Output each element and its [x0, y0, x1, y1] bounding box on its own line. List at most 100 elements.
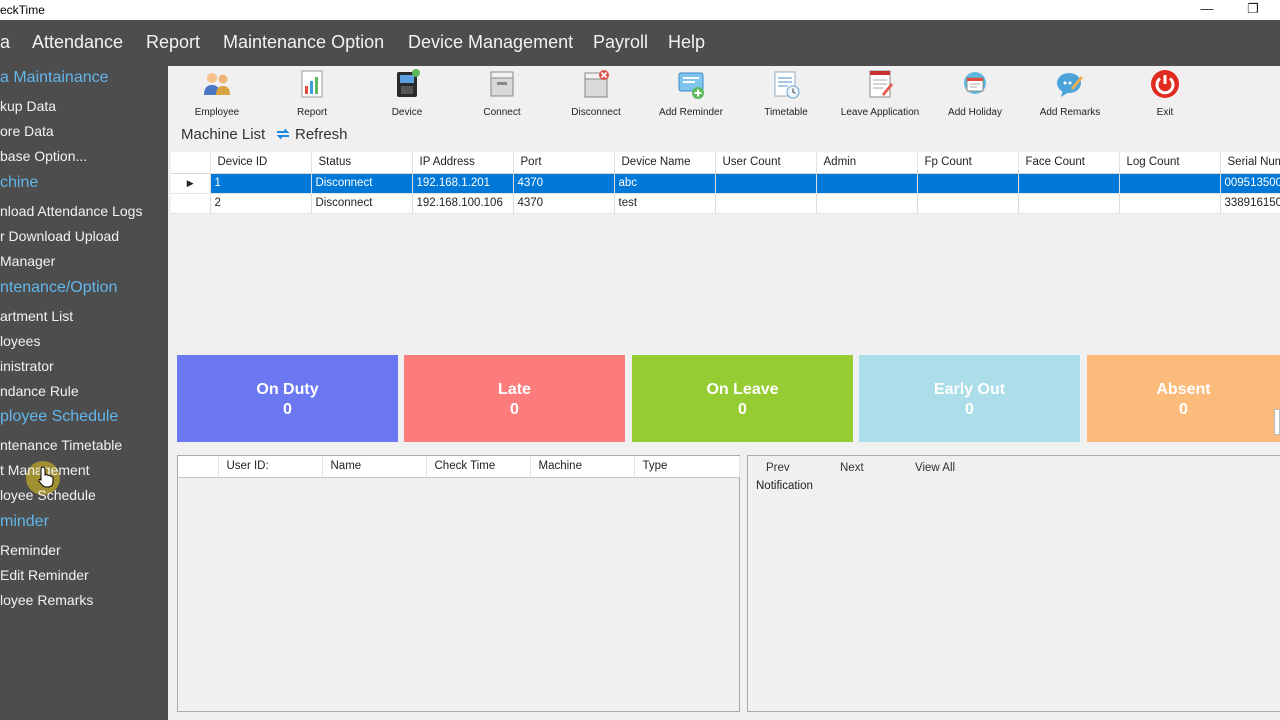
table-cell[interactable] — [715, 193, 817, 214]
table-cell[interactable]: 4370 — [513, 193, 615, 214]
table-cell[interactable] — [917, 173, 1019, 194]
table-cell[interactable]: test — [614, 193, 716, 214]
sidebar-item-employee-schedule[interactable]: loyee Schedule — [0, 487, 96, 503]
sidebar-item-edit-reminder[interactable]: Edit Reminder — [0, 567, 89, 583]
sidebar-item-download-attendance-logs[interactable]: nload Attendance Logs — [0, 203, 142, 219]
sidebar-item-maintenance-timetable[interactable]: ntenance Timetable — [0, 437, 122, 453]
table-cell[interactable]: Disconnect — [311, 173, 413, 194]
row-selector[interactable] — [171, 193, 211, 214]
sidebar-item-administrator[interactable]: inistrator — [0, 358, 54, 374]
refresh-icon[interactable] — [275, 126, 291, 142]
column-header[interactable]: Log Count — [1119, 152, 1221, 174]
table-cell[interactable] — [816, 173, 918, 194]
table-cell[interactable] — [715, 173, 817, 194]
absent-card[interactable]: Absent 0 — [1087, 355, 1280, 442]
menu-attendance[interactable]: Attendance — [32, 32, 123, 53]
view-all-button[interactable]: View All — [915, 462, 955, 474]
table-cell[interactable] — [1119, 173, 1221, 194]
device-button[interactable]: Device — [357, 68, 457, 118]
menu-maintenance-option[interactable]: Maintenance Option — [223, 32, 384, 53]
on-duty-card[interactable]: On Duty 0 — [177, 355, 398, 442]
report-button[interactable]: Report — [262, 68, 362, 118]
sidebar-item-manager[interactable]: Manager — [0, 253, 55, 269]
add-remarks-button[interactable]: Add Remarks — [1020, 68, 1120, 118]
table-cell[interactable] — [1119, 193, 1221, 214]
employee-button[interactable]: Employee — [167, 68, 267, 118]
connect-button[interactable]: Connect — [452, 68, 552, 118]
column-header[interactable]: Port — [513, 152, 615, 174]
sidebar-item-restore-data[interactable]: ore Data — [0, 123, 54, 139]
table-cell[interactable] — [917, 193, 1019, 214]
column-header[interactable]: Fp Count — [917, 152, 1019, 174]
employee-icon — [204, 73, 230, 95]
refresh-button[interactable]: Refresh — [295, 126, 348, 143]
next-button[interactable]: Next — [840, 462, 864, 474]
sidebar-item-database-option[interactable]: base Option... — [0, 148, 87, 164]
sidebar-heading-employee-schedule[interactable]: ployee Schedule — [0, 408, 118, 426]
menu-help[interactable]: Help — [668, 32, 705, 53]
sidebar-heading-maintenance-option[interactable]: ntenance/Option — [0, 279, 117, 297]
column-header[interactable]: Check Time — [426, 456, 531, 478]
sidebar-heading-machine[interactable]: chine — [0, 174, 38, 192]
column-header[interactable]: Admin — [816, 152, 918, 174]
row-selector-arrow[interactable]: ▶ — [171, 173, 211, 194]
table-cell[interactable] — [816, 193, 918, 214]
menu-data[interactable]: a — [0, 32, 10, 53]
table-cell[interactable]: Disconnect — [311, 193, 413, 214]
column-header[interactable]: User Count — [715, 152, 817, 174]
table-cell[interactable]: 1 — [210, 173, 312, 194]
exit-button[interactable]: Exit — [1115, 68, 1215, 118]
on-leave-card[interactable]: On Leave 0 — [632, 355, 853, 442]
prev-button[interactable]: Prev — [766, 462, 790, 474]
minimize-button[interactable]: — — [1184, 0, 1230, 20]
sidebar-heading-reminder[interactable]: minder — [0, 513, 49, 531]
column-header-row-selector — [178, 456, 219, 478]
column-header[interactable]: Name — [322, 456, 427, 478]
column-header[interactable]: Device ID — [210, 152, 312, 174]
employee-button-label: Employee — [194, 107, 240, 118]
column-header[interactable]: IP Address — [412, 152, 514, 174]
early-out-card[interactable]: Early Out 0 — [859, 355, 1080, 442]
table-cell[interactable]: 3389161500 — [1220, 193, 1280, 214]
restore-button[interactable]: ❐ — [1230, 0, 1276, 20]
table-cell[interactable]: 192.168.100.106 — [412, 193, 514, 214]
table-cell[interactable]: 0095135000 — [1220, 173, 1280, 194]
leave-application-button[interactable]: Leave Application — [830, 68, 930, 118]
table-cell[interactable]: 192.168.1.201 — [412, 173, 514, 194]
menu-payroll[interactable]: Payroll — [593, 32, 648, 53]
sidebar-item-user-download-upload[interactable]: r Download Upload — [0, 228, 119, 244]
table-cell[interactable] — [1018, 193, 1120, 214]
add-holiday-button[interactable]: Add Holiday — [925, 68, 1025, 118]
table-row[interactable]: 2 Disconnect 192.168.100.106 4370 test 3… — [171, 193, 1280, 214]
sidebar-item-attendance-rule[interactable]: ndance Rule — [0, 383, 79, 399]
table-cell[interactable] — [1018, 173, 1120, 194]
leave-application-button-label: Leave Application — [840, 107, 920, 118]
column-header[interactable]: Serial Numb — [1220, 152, 1280, 174]
sidebar-item-backup-data[interactable]: kup Data — [0, 98, 56, 114]
menu-report[interactable]: Report — [146, 32, 200, 53]
sidebar-item-employees[interactable]: loyees — [0, 333, 40, 349]
card-count: 0 — [283, 401, 292, 418]
sidebar-item-employee-remarks[interactable]: loyee Remarks — [0, 592, 93, 608]
late-card[interactable]: Late 0 — [404, 355, 625, 442]
sidebar-heading-data-maintenance[interactable]: a Maintainance — [0, 69, 109, 87]
sidebar-item-department-list[interactable]: artment List — [0, 308, 73, 324]
menu-device-management[interactable]: Device Management — [408, 32, 573, 53]
column-header[interactable]: Type — [634, 456, 740, 478]
column-header[interactable]: Face Count — [1018, 152, 1120, 174]
disconnect-button[interactable]: Disconnect — [546, 68, 646, 118]
column-header[interactable]: Device Name — [614, 152, 716, 174]
column-header[interactable]: Machine — [530, 456, 635, 478]
timetable-button[interactable]: Timetable — [736, 68, 836, 118]
table-row[interactable]: ▶ 1 Disconnect 192.168.1.201 4370 abc 00… — [171, 173, 1280, 194]
card-title: Early Out — [933, 381, 1006, 398]
column-header[interactable]: User ID: — [218, 456, 323, 478]
table-cell[interactable]: 4370 — [513, 173, 615, 194]
table-cell[interactable]: abc — [614, 173, 716, 194]
sidebar-item-reminder[interactable]: Reminder — [0, 542, 61, 558]
sidebar: a Maintainance kup Data ore Data base Op… — [0, 66, 168, 720]
table-cell[interactable]: 2 — [210, 193, 312, 214]
add-reminder-button[interactable]: Add Reminder — [641, 68, 741, 118]
machine-list-bar: Machine List Refresh — [168, 122, 1280, 146]
column-header[interactable]: Status — [311, 152, 413, 174]
